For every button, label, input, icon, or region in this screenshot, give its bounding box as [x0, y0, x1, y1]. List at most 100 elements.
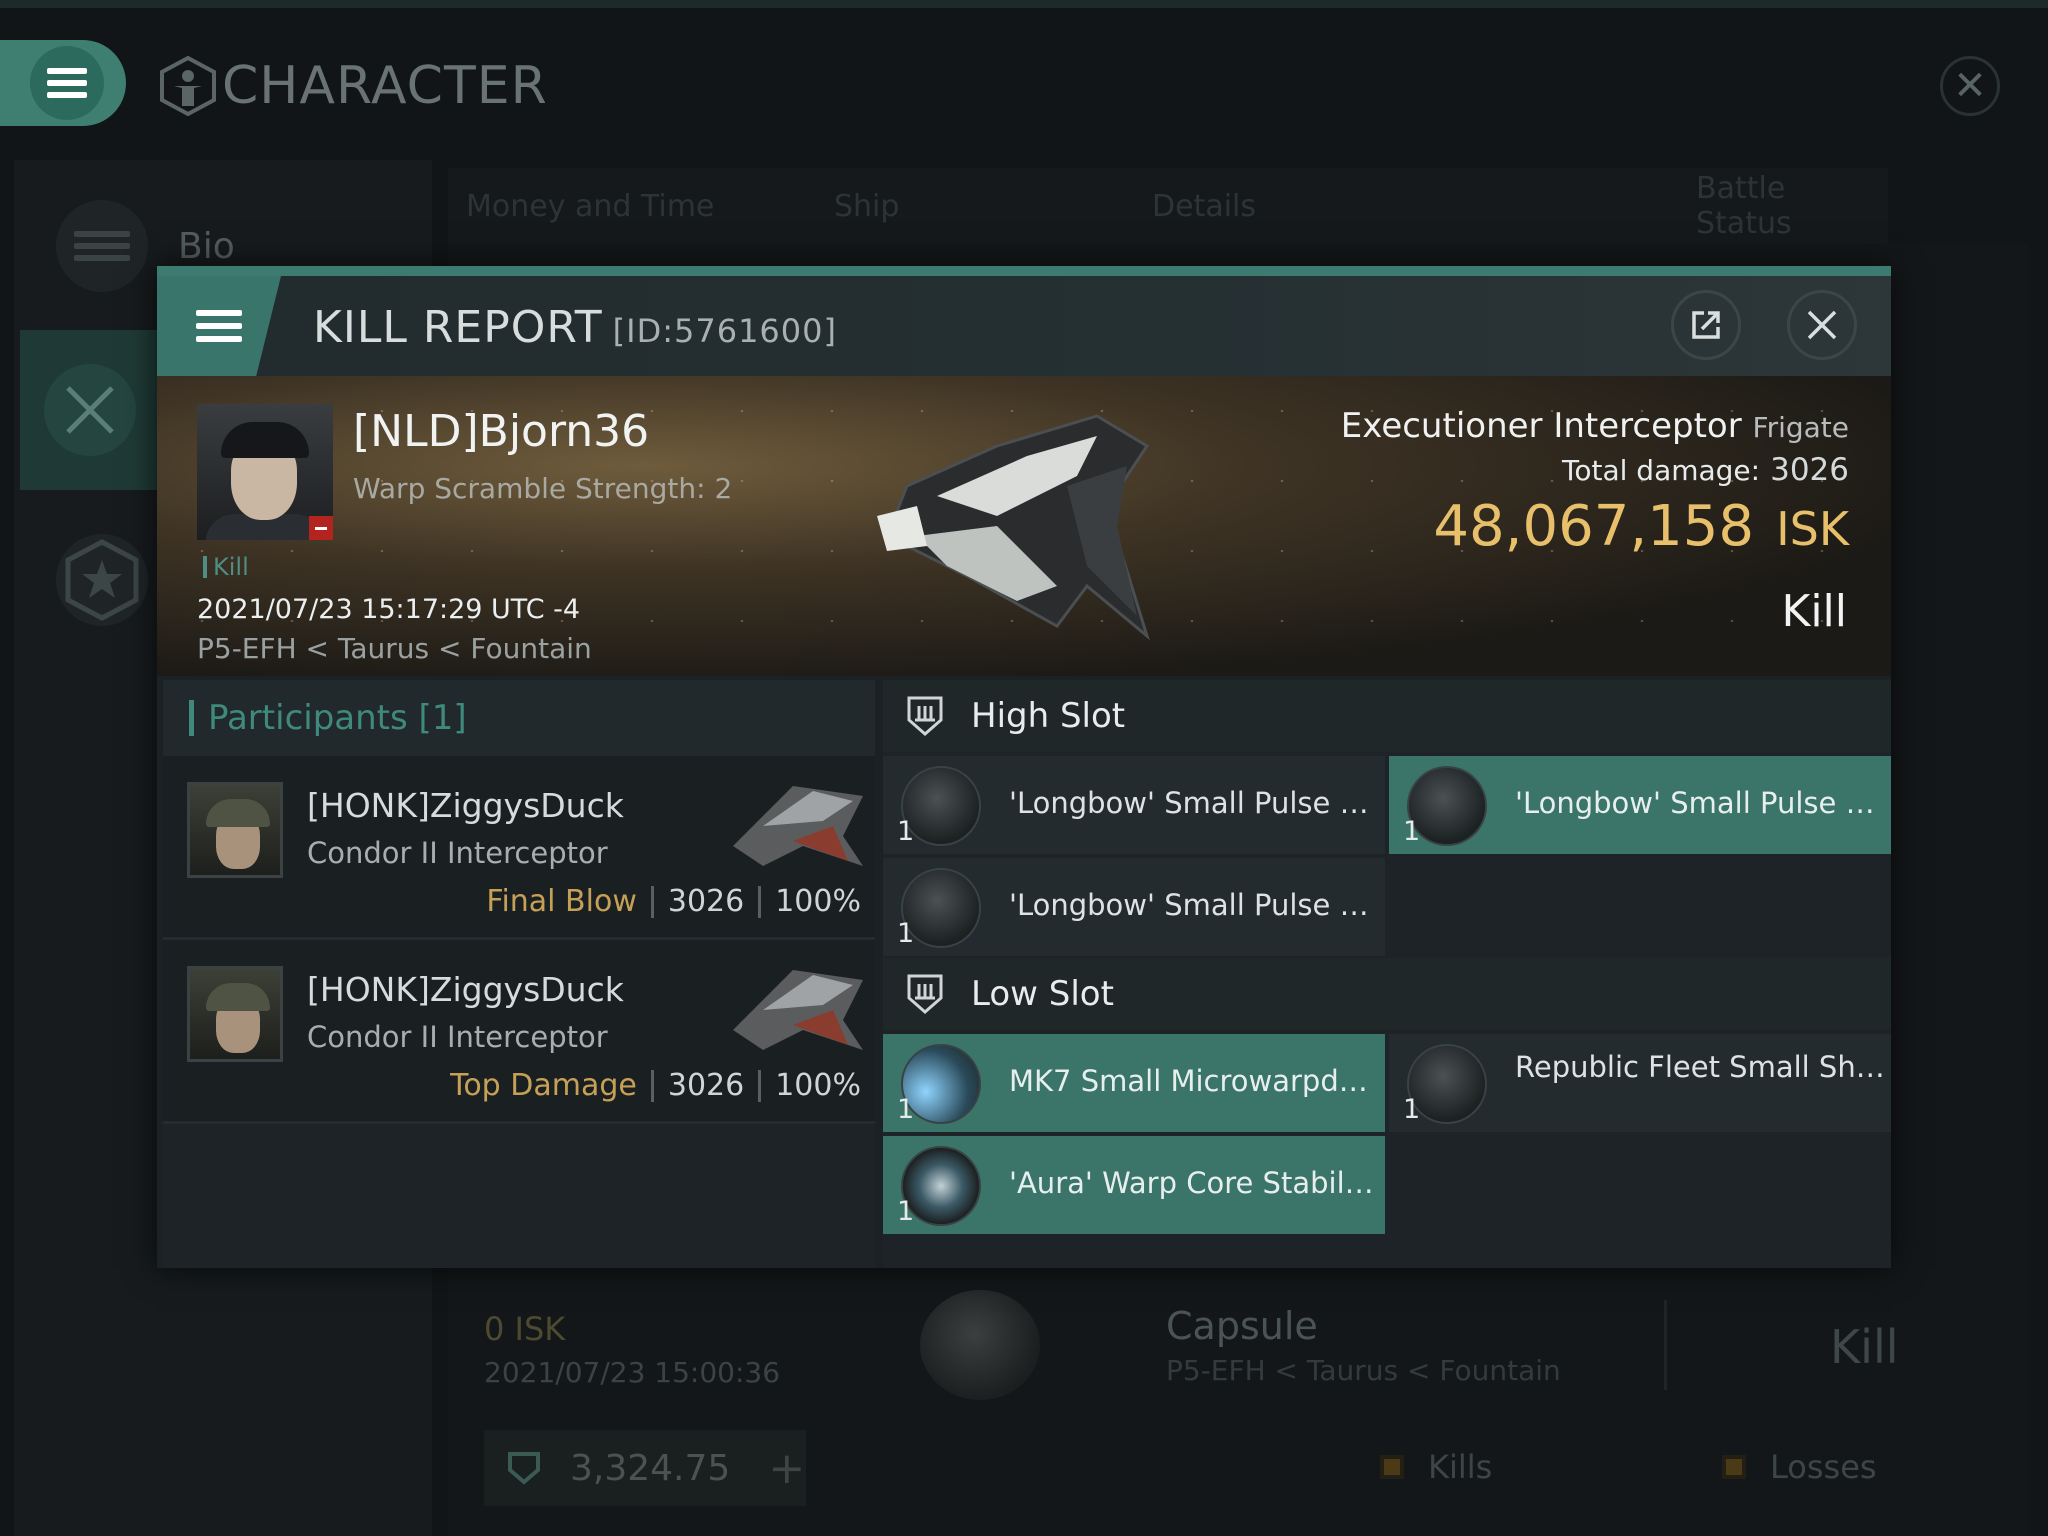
wallet-bar: 3,324.75 + [484, 1430, 806, 1506]
divider [1664, 1300, 1667, 1390]
ship-class: Frigate [1752, 411, 1850, 444]
module-name: 'Longbow' Small Pulse Laser [1515, 786, 1885, 820]
warp-scramble-strength: Warp Scramble Strength: 2 [353, 472, 733, 505]
sidebar-item-killmails[interactable] [20, 330, 160, 490]
participants-title: Participants [1] [208, 698, 467, 738]
crossed-swords-icon [44, 364, 136, 456]
capsule-image [920, 1290, 1040, 1400]
dialog-header: KILL REPORT [ID:5761600] [157, 276, 1891, 376]
participant-name[interactable]: [HONK]ZiggysDuck [307, 970, 624, 1009]
star-badge-icon [56, 534, 148, 626]
module-name: 'Aura' Warp Core Stabilizer [1009, 1166, 1379, 1200]
share-button[interactable] [1671, 290, 1741, 360]
module-name: 'Longbow' Small Pulse Laser [1009, 786, 1379, 820]
participants-panel: Participants [1] [HONK]ZiggysDuck Condor… [163, 680, 875, 1268]
total-damage: Total damage: 3026 [1562, 452, 1849, 488]
participant-stats: Final Blow 3026 100% [486, 884, 861, 919]
hamburger-icon [30, 46, 104, 120]
legend-losses-label: Losses [1770, 1448, 1877, 1486]
module-quantity: 1 [897, 1196, 915, 1227]
legend-kills: Kills [1380, 1448, 1492, 1486]
high-slot-icon [907, 696, 943, 736]
low-slot-icon [907, 974, 943, 1014]
high-slot-header: High Slot [883, 680, 1891, 752]
window-title-text: CHARACTER [222, 56, 548, 116]
close-icon [1807, 310, 1837, 340]
hamburger-icon [196, 303, 242, 349]
entry-date: 2021/07/23 15:00:36 [484, 1356, 781, 1389]
participant-percent: 100% [775, 884, 861, 919]
module-quantity: 1 [897, 816, 915, 847]
ship-name-text: Executioner Interceptor [1340, 406, 1742, 446]
participant-stats: Top Damage 3026 100% [450, 1068, 861, 1103]
total-damage-value: 3026 [1770, 452, 1849, 488]
ship-name[interactable]: Executioner Interceptor Frigate [1341, 406, 1849, 446]
module-item[interactable]: 1 'Longbow' Small Pulse Laser [883, 858, 1385, 956]
tab-details[interactable]: Details [1152, 189, 1256, 224]
low-slot-label: Low Slot [971, 974, 1114, 1014]
legend-kills-label: Kills [1428, 1448, 1493, 1486]
module-item[interactable]: 1 'Aura' Warp Core Stabilizer [883, 1136, 1385, 1234]
close-dialog-button[interactable] [1787, 290, 1857, 360]
participant-role: Final Blow [486, 884, 637, 919]
dialog-title-text: KILL REPORT [313, 302, 603, 353]
module-item[interactable]: 1 'Longbow' Small Pulse Laser [883, 756, 1385, 854]
avatar[interactable] [187, 782, 283, 878]
module-name: 'Longbow' Small Pulse Laser [1009, 888, 1379, 922]
participant-role: Top Damage [450, 1068, 637, 1103]
module-item[interactable]: 1 'Longbow' Small Pulse Laser [1389, 756, 1891, 854]
close-icon: ✕ [1953, 63, 1987, 109]
isk-unit: ISK [1776, 502, 1849, 556]
tab-battle-status[interactable]: Battle Status [1696, 171, 1888, 241]
fitting-panel: High Slot 1 'Longbow' Small Pulse Laser … [883, 680, 1891, 1268]
victim-banner: [NLD]Bjorn36 Warp Scramble Strength: 2 K… [157, 376, 1891, 676]
module-quantity: 1 [1403, 816, 1421, 847]
participant-row[interactable]: [HONK]ZiggysDuck Condor II Interceptor F… [163, 756, 875, 940]
kill-report-dialog: KILL REPORT [ID:5761600] [NLD]Bjorn36 War… [157, 266, 1891, 1268]
legend-swatch [1722, 1455, 1746, 1479]
module-name: MK7 Small Microwarpdrive [1009, 1064, 1379, 1098]
external-link-icon [1692, 311, 1720, 339]
module-item[interactable]: 1 MK7 Small Microwarpdrive [883, 1034, 1385, 1132]
module-name: Republic Fleet Small Shield... [1515, 1050, 1885, 1084]
entry-ship[interactable]: Capsule [1166, 1304, 1318, 1348]
dialog-title: KILL REPORT [ID:5761600] [313, 302, 837, 353]
participant-percent: 100% [775, 1068, 861, 1103]
result-label: Kill [1781, 586, 1847, 637]
wallet-icon [508, 1452, 540, 1485]
tab-money-and-time[interactable]: Money and Time [466, 189, 714, 224]
kill-tag: Kill [203, 555, 249, 579]
participant-name[interactable]: [HONK]ZiggysDuck [307, 786, 624, 825]
wallet-amount: 3,324.75 [570, 1447, 731, 1489]
victim-name[interactable]: [NLD]Bjorn36 [353, 406, 649, 457]
kill-location[interactable]: P5-EFH < Taurus < Fountain [197, 632, 592, 665]
ship-image [877, 414, 1150, 641]
module-quantity: 1 [897, 1094, 915, 1125]
module-item[interactable]: 1 Republic Fleet Small Shield... [1389, 1034, 1891, 1132]
high-slot-label: High Slot [971, 696, 1126, 736]
participant-row[interactable]: [HONK]ZiggysDuck Condor II Interceptor T… [163, 940, 875, 1124]
close-window-button[interactable]: ✕ [1940, 56, 2000, 116]
participant-ship: Condor II Interceptor [307, 1020, 608, 1054]
module-quantity: 1 [1403, 1094, 1421, 1125]
isk-value: 48,067,158 ISK [1433, 494, 1849, 559]
legend-losses: Losses [1722, 1448, 1877, 1486]
dialog-menu-button[interactable] [157, 276, 281, 376]
sidebar-item-label: Bio [178, 225, 235, 267]
window-title: CHARACTER [160, 56, 548, 116]
avatar[interactable] [187, 966, 283, 1062]
kill-id: [ID:5761600] [612, 312, 837, 350]
legend-swatch [1380, 1455, 1404, 1479]
top-bar [0, 0, 2048, 8]
kill-datetime: 2021/07/23 15:17:29 UTC -4 [197, 594, 581, 625]
tab-ship[interactable]: Ship [834, 189, 899, 224]
entry-isk: 0 ISK [484, 1310, 566, 1348]
add-funds-button[interactable]: + [768, 1443, 805, 1494]
participant-damage: 3026 [667, 1068, 745, 1103]
module-quantity: 1 [897, 918, 915, 949]
list-icon [56, 200, 148, 292]
entry-location: P5-EFH < Taurus < Fountain [1166, 1354, 1561, 1387]
total-damage-label: Total damage: [1562, 454, 1761, 487]
main-menu-button[interactable] [0, 40, 126, 126]
entry-result: Kill [1830, 1320, 1899, 1374]
